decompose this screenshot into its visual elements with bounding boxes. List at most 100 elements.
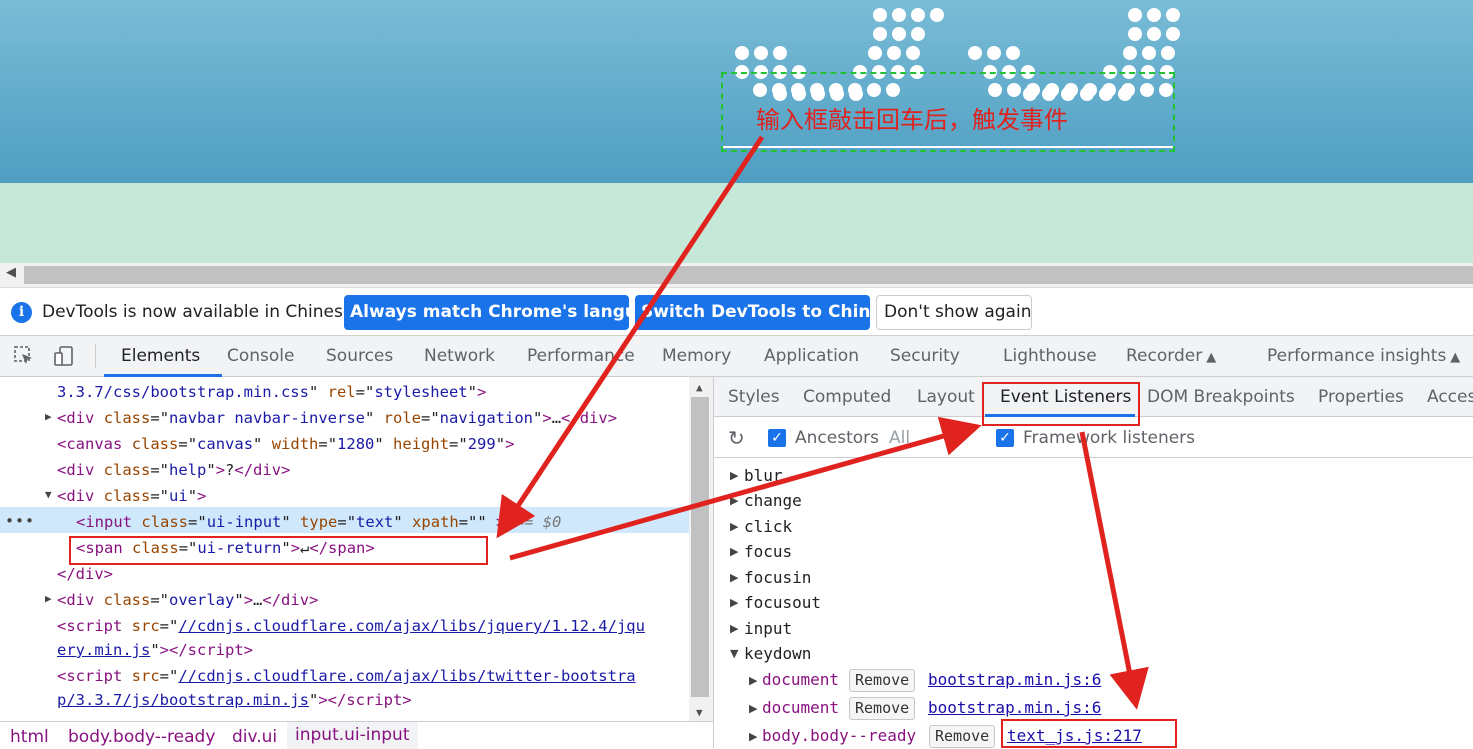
dom-line[interactable]: p/3.3.7/js/bootstrap.min.js"></script> [57,691,412,709]
toolbar-divider [95,344,96,368]
dom-line[interactable]: 3.3.7/css/bootstrap.min.css" rel="styles… [57,383,486,401]
tab-recorder[interactable]: Recorder ▲ [1126,346,1216,366]
decor-dot [930,8,944,22]
always-match-language-button[interactable]: Always match Chrome's language [344,295,672,330]
listener-source-link[interactable]: bootstrap.min.js:6 [928,698,1101,717]
scroll-left-icon[interactable]: ◀ [6,265,16,280]
decor-dot [873,27,887,41]
dom-line-selected[interactable]: <input class="ui-input" type="text" xpat… [76,513,561,531]
dom-line[interactable]: <canvas class="canvas" width="1280" heig… [57,435,514,453]
framework-listeners-checkbox[interactable]: ✓ [996,429,1014,447]
dom-line[interactable]: <script src="//cdnjs.cloudflare.com/ajax… [57,617,645,635]
expand-triangle-icon[interactable]: ▶ [730,571,738,584]
expand-triangle-icon[interactable]: ▶ [749,730,757,743]
scrollbar-thumb[interactable] [691,397,709,697]
tab-performance[interactable]: Performance [527,346,635,366]
decor-dot [1123,46,1137,60]
tab-network[interactable]: Network [424,346,495,366]
collapse-triangle-icon[interactable]: ▼ [45,488,52,501]
dom-line[interactable]: <script src="//cdnjs.cloudflare.com/ajax… [57,667,636,685]
input-underline [723,146,1173,148]
event-listeners-highlight-box [982,382,1140,426]
decor-dot [892,8,906,22]
tab-elements[interactable]: Elements [121,346,200,366]
dom-vertical-scrollbar[interactable]: ▲ ▼ [689,377,713,721]
tab-layout[interactable]: Layout [917,387,975,407]
remove-listener-button[interactable]: Remove [849,697,916,720]
scrollbar-thumb[interactable] [24,266,1473,284]
expand-triangle-icon[interactable]: ▶ [730,596,738,609]
breadcrumb-html[interactable]: html [10,727,49,747]
switch-to-chinese-button[interactable]: Switch DevTools to Chinese [635,295,904,330]
tab-recorder-label: Recorder [1126,346,1203,366]
breadcrumb-body[interactable]: body.body--ready [68,727,215,747]
decor-dot [1147,27,1161,41]
device-toolbar-icon[interactable] [53,345,75,367]
refresh-icon[interactable]: ↻ [728,426,745,450]
event-focusin[interactable]: focusin [744,568,811,587]
horizontal-scrollbar[interactable]: ◀ [0,263,1473,287]
inspect-element-icon[interactable] [13,345,35,367]
expand-triangle-icon[interactable]: ▶ [730,494,738,507]
tab-accessibility[interactable]: Acces [1427,387,1473,407]
filter-all-dropdown[interactable]: All [889,428,910,448]
scroll-up-icon[interactable]: ▲ [696,381,703,394]
expand-triangle-icon[interactable]: ▶ [730,469,738,482]
remove-listener-button[interactable]: Remove [929,725,996,748]
breadcrumb-input[interactable]: input.ui-input [287,722,418,749]
more-options-icon[interactable]: ••• [5,512,35,530]
event-click[interactable]: click [744,517,792,536]
expand-triangle-icon[interactable]: ▶ [730,622,738,635]
event-focus[interactable]: focus [744,542,792,561]
expand-triangle-icon[interactable]: ▶ [730,545,738,558]
ancestors-checkbox[interactable]: ✓ [768,429,786,447]
decor-dot [1142,46,1156,60]
tab-security[interactable]: Security [890,346,960,366]
expand-triangle-icon[interactable]: ▶ [45,592,52,605]
event-focusout[interactable]: focusout [744,593,821,612]
expand-triangle-icon[interactable]: ▶ [45,410,52,423]
expand-triangle-icon[interactable]: ▶ [730,520,738,533]
expand-triangle-icon[interactable]: ▶ [749,702,757,715]
decor-dot [968,46,982,60]
tab-application[interactable]: Application [764,346,859,366]
listener-node[interactable]: body.body--ready [762,726,916,745]
breadcrumb-div-ui[interactable]: div.ui [232,727,277,747]
listener-node[interactable]: document [762,698,839,717]
tab-styles[interactable]: Styles [728,387,780,407]
sidebar-pane: Styles Computed Layout Event Listeners D… [714,377,1473,748]
decor-dot [1166,27,1180,41]
tab-dom-breakpoints[interactable]: DOM Breakpoints [1147,387,1295,407]
tab-sources[interactable]: Sources [326,346,393,366]
dom-line[interactable]: ery.min.js"></script> [57,641,253,659]
event-change[interactable]: change [744,491,802,510]
dom-line[interactable]: <div class="navbar navbar-inverse" role=… [57,409,617,427]
dom-line[interactable]: </div> [57,565,113,583]
tab-memory[interactable]: Memory [662,346,731,366]
tab-console[interactable]: Console [227,346,295,366]
dom-line[interactable]: <div class="ui"> [57,487,206,505]
dom-line[interactable]: <div class="overlay">…</div> [57,591,318,609]
expand-triangle-icon[interactable]: ▶ [749,674,757,687]
tab-computed[interactable]: Computed [803,387,891,407]
listener-source-link[interactable]: bootstrap.min.js:6 [928,670,1101,689]
tab-properties[interactable]: Properties [1318,387,1404,407]
collapse-triangle-icon[interactable]: ▼ [730,647,738,660]
event-input[interactable]: input [744,619,792,638]
scroll-down-icon[interactable]: ▼ [696,706,703,719]
decor-dot [906,46,920,60]
decor-dot [911,27,925,41]
source-link-highlight-box [1001,719,1177,748]
decor-dot [873,8,887,22]
span-highlight-box [69,536,488,565]
tab-lighthouse[interactable]: Lighthouse [1003,346,1097,366]
event-blur[interactable]: blur [744,466,783,485]
decor-dot [1161,46,1175,60]
remove-listener-button[interactable]: Remove [849,669,916,692]
listener-node[interactable]: document [762,670,839,689]
dom-line[interactable]: <div class="help">?</div> [57,461,290,479]
event-keydown[interactable]: keydown [744,644,811,663]
decor-dot [1128,8,1142,22]
dont-show-again-button[interactable]: Don't show again [876,295,1032,330]
tab-performance-insights[interactable]: Performance insights ▲ [1267,346,1460,366]
